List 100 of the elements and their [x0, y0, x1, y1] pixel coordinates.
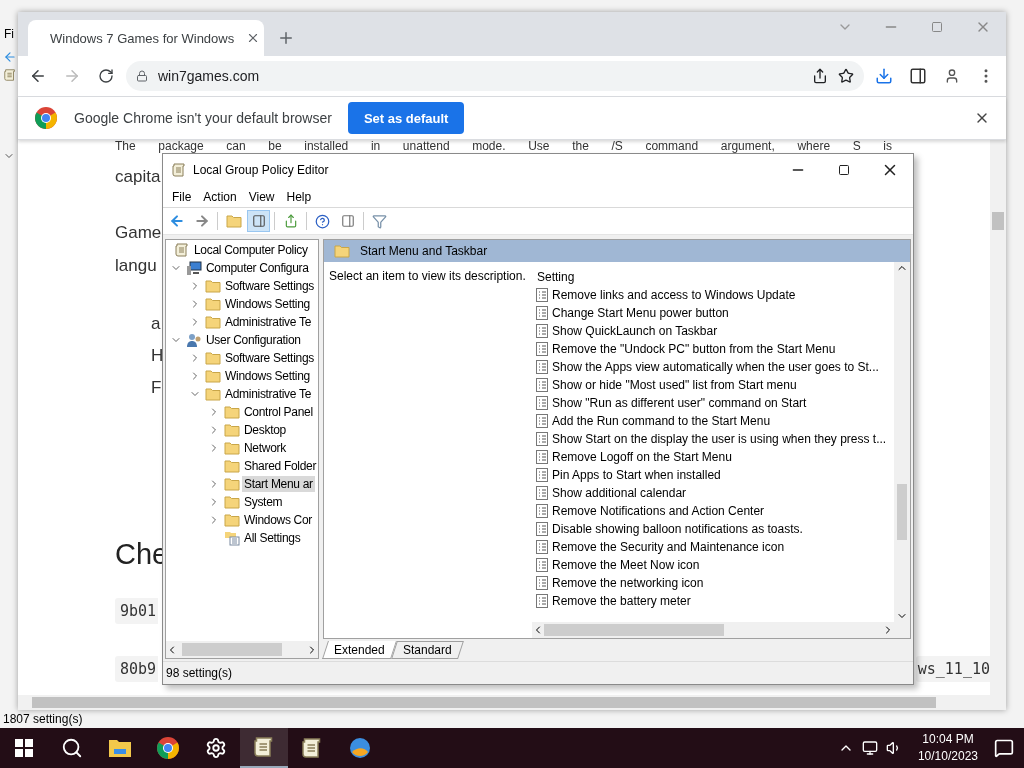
folder-icon — [205, 297, 221, 311]
scrollbar-thumb[interactable] — [897, 484, 907, 540]
tree-item[interactable]: Network — [242, 440, 288, 456]
setting-name[interactable]: Disable showing balloon notifications as toasts. — [552, 522, 803, 536]
status-text: 1807 setting(s) — [3, 712, 83, 726]
folder-icon — [205, 369, 221, 383]
setting-icon — [536, 396, 548, 410]
search-icon — [61, 737, 83, 759]
horizontal-scrollbar[interactable] — [166, 641, 318, 658]
window-title: Local Group Policy Editor — [193, 163, 329, 177]
scrollbar[interactable] — [990, 140, 1006, 695]
menu-item[interactable]: View — [242, 186, 281, 207]
scroll-icon — [174, 242, 190, 258]
menu-item[interactable]: Help — [280, 186, 318, 207]
network-icon[interactable] — [861, 740, 878, 756]
view-tab[interactable]: Extended — [322, 641, 397, 659]
tree-item[interactable]: Control Panel — [242, 404, 315, 420]
notification-icon[interactable] — [994, 738, 1014, 758]
setting-icon — [536, 360, 548, 374]
set-default-button[interactable]: Set as default — [347, 102, 465, 134]
setting-name[interactable]: Remove the Meet Now icon — [552, 558, 700, 572]
description-text: Select an item to view its description. — [329, 269, 526, 283]
scrollbar-thumb[interactable] — [32, 697, 936, 708]
url-text: win7games.com — [158, 68, 260, 84]
tree-item[interactable]: Windows Setting — [223, 368, 312, 384]
setting-icon — [536, 468, 548, 482]
setting-icon — [536, 576, 548, 590]
setting-name[interactable]: Show Start on the display the user is using when they press t... — [552, 432, 887, 446]
setting-name[interactable]: Add the Run command to the Start Menu — [552, 414, 771, 428]
tree-item[interactable]: Start Menu ar — [242, 476, 315, 492]
setting-name[interactable]: Remove Notifications and Action Center — [552, 504, 765, 518]
status-text: 98 setting(s) — [166, 666, 233, 680]
tree-item[interactable]: System — [242, 494, 285, 510]
setting-name[interactable]: Show QuickLaunch on Taskbar — [552, 324, 718, 338]
lock-icon — [136, 70, 148, 82]
setting-name[interactable]: Remove the Security and Maintenance icon — [552, 540, 785, 554]
tab-title: Windows 7 Games for Windows — [50, 30, 235, 46]
setting-name[interactable]: Show "Run as different user" command on Start — [552, 396, 807, 410]
folder-icon — [108, 738, 132, 758]
scrollbar-thumb[interactable] — [544, 624, 724, 636]
folder-icon — [224, 513, 240, 527]
taskbar-app[interactable] — [240, 728, 288, 768]
tree-item[interactable]: Computer Configura — [204, 260, 311, 276]
chrome-logo-icon — [156, 736, 180, 760]
view-tab[interactable]: Standard — [390, 641, 464, 659]
share-icon[interactable] — [812, 68, 828, 84]
tree-item[interactable]: Windows Setting — [223, 296, 312, 312]
menu-item[interactable]: File — [166, 186, 198, 207]
menu-item[interactable]: Action — [197, 186, 243, 207]
tree-toggle-icon[interactable] — [247, 210, 270, 232]
tree-item[interactable]: Desktop — [242, 422, 288, 438]
folder-icon — [224, 405, 240, 419]
list-text: H — [151, 345, 164, 367]
setting-name[interactable]: Remove the battery meter — [552, 594, 691, 608]
users-icon — [186, 332, 202, 348]
setting-icon — [536, 594, 548, 608]
browser-tab[interactable]: Windows 7 Games for Windows — [28, 20, 264, 56]
menu-item[interactable]: Fi — [4, 27, 14, 41]
back-arrow-icon[interactable] — [3, 50, 17, 64]
list-text: F — [151, 377, 162, 399]
code-block: 80b9 — [115, 656, 159, 682]
tree-item[interactable]: All Settings — [242, 530, 303, 546]
setting-name[interactable]: Show or hide "Most used" list from Start menu — [552, 378, 797, 392]
tree-item[interactable]: Administrative Te — [223, 314, 314, 330]
setting-name[interactable]: Pin Apps to Start when installed — [552, 468, 721, 482]
horizontal-scrollbar[interactable] — [18, 695, 1006, 710]
paragraph-text: The package can be installed in unattend mode. Use the /S command argument, where S is — [115, 140, 892, 153]
scrollbar-thumb[interactable] — [992, 212, 1004, 230]
column-header[interactable]: Setting — [537, 270, 575, 284]
scrollbar[interactable] — [894, 262, 910, 622]
tree-item[interactable]: Shared Folder — [242, 458, 318, 474]
folder-icon — [224, 459, 240, 473]
windows-logo-icon — [15, 739, 33, 757]
setting-name[interactable]: Remove the "Undock PC" button from the Start Menu — [552, 342, 836, 356]
tree-item[interactable]: Local Computer Policy — [192, 242, 310, 258]
tree-item[interactable]: Software Settings — [223, 350, 316, 366]
tree-item[interactable]: Software Settings — [223, 278, 316, 294]
setting-icon — [536, 504, 548, 518]
setting-name[interactable]: Show additional calendar — [552, 486, 687, 500]
tree-item[interactable]: Administrative Te — [223, 386, 314, 402]
paragraph-text: capita — [115, 166, 161, 188]
horizontal-scrollbar[interactable] — [532, 622, 910, 638]
setting-icon — [536, 522, 548, 536]
setting-name[interactable]: Change Start Menu power button — [552, 306, 729, 320]
address-bar[interactable]: win7games.com — [126, 61, 864, 91]
setting-name[interactable]: Remove the networking icon — [552, 576, 704, 590]
clock[interactable]: 10:04 PM 10/10/2023 — [917, 731, 978, 765]
setting-icon — [536, 540, 548, 554]
scroll-icon — [171, 162, 187, 178]
tree-item[interactable]: User Configuration — [204, 332, 303, 348]
scrollbar-thumb[interactable] — [182, 643, 282, 656]
folder-icon — [205, 279, 221, 293]
panel-title: Start Menu and Taskbar — [360, 244, 488, 258]
star-icon[interactable] — [838, 68, 854, 84]
globe-icon — [348, 736, 372, 760]
setting-name[interactable]: Remove Logoff on the Start Menu — [552, 450, 732, 464]
setting-name[interactable]: Show the Apps view automatically when the user goes to St... — [552, 360, 879, 374]
tree-item[interactable]: Windows Cor — [242, 512, 315, 528]
computer-icon — [186, 260, 202, 276]
setting-name[interactable]: Remove links and access to Windows Update — [552, 288, 796, 302]
